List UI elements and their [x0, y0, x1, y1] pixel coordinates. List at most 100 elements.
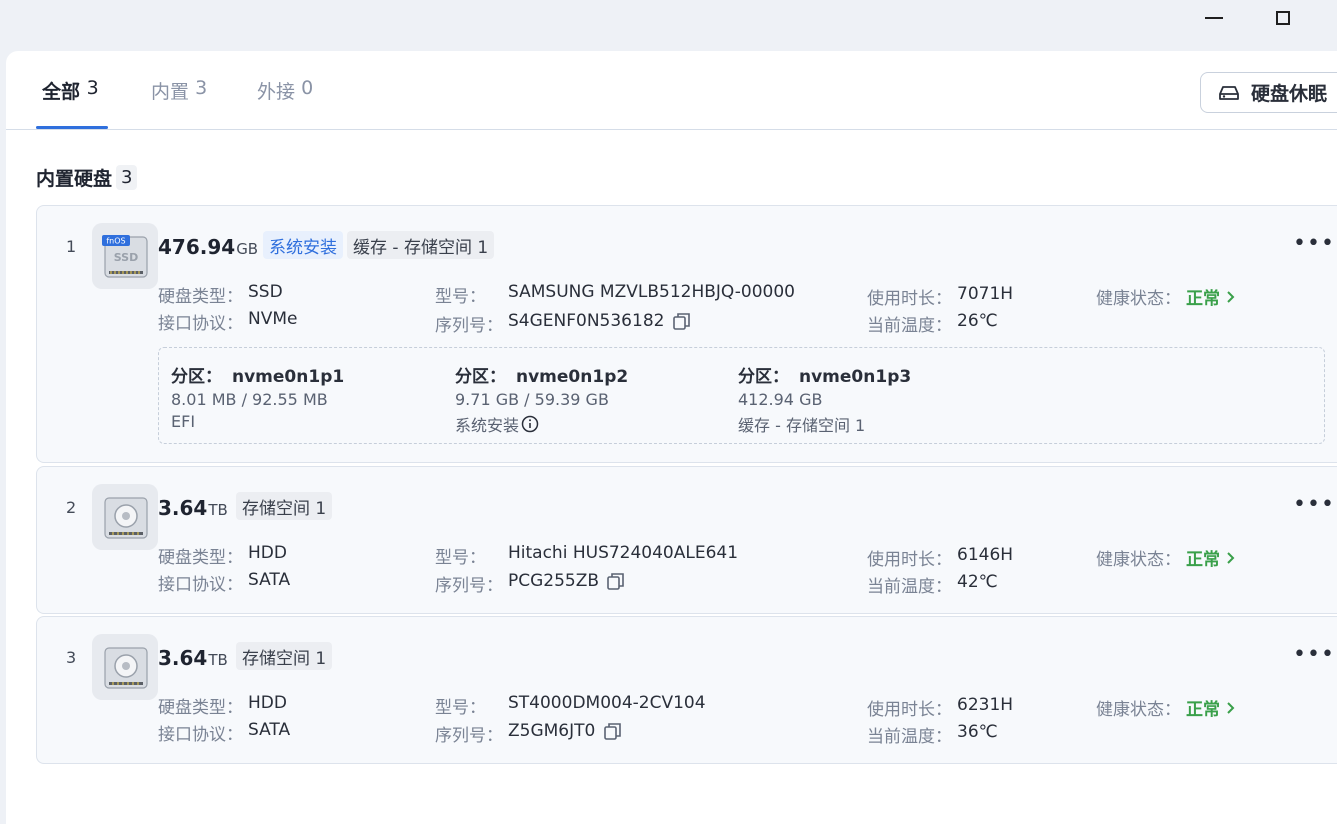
partition-usage: EFI	[171, 412, 196, 431]
serial-value: S4GENF0N536182	[508, 311, 665, 331]
disk-type-label: 硬盘类型：	[158, 287, 243, 307]
partition-list: 分区： nvme0n1p1 8.01 MB / 92.55 MB EFI 分区： n…	[158, 347, 1325, 444]
tag-storage: 存储空间 1	[236, 492, 333, 520]
capacity-unit: TB	[208, 501, 228, 519]
tab-external[interactable]: 外接 0	[257, 77, 313, 129]
model-value: ST4000DM004-2CV104	[508, 693, 706, 713]
disk-index: 3	[66, 648, 77, 667]
disk-type-value: HDD	[248, 693, 287, 713]
more-options-button[interactable]: •••	[1293, 492, 1335, 517]
chevron-right-icon	[1227, 290, 1235, 303]
partition-item: 分区： nvme0n1p1 8.01 MB / 92.55 MB EFI	[171, 362, 344, 431]
partition-name: nvme0n1p1	[232, 367, 345, 387]
interface-value: SATA	[248, 570, 291, 590]
partition-label: 分区：	[171, 367, 222, 387]
partition-size: 9.71 GB / 59.39 GB	[455, 390, 609, 409]
temp-value: 36℃	[957, 722, 998, 742]
disk-capacity: 3.64 TB	[158, 496, 228, 520]
interface-label: 接口协议：	[158, 575, 243, 595]
disk-panel: 全部 3 内置 3 外接 0 硬盘休眠 内置硬盘 3 1 SSD fnOS 47…	[6, 51, 1337, 824]
partition-item: 分区： nvme0n1p2 9.71 GB / 59.39 GB 系统安装	[455, 362, 628, 436]
disk-index: 2	[66, 498, 77, 517]
hard-drive-icon	[1219, 85, 1239, 100]
model-label: 型号：	[435, 698, 486, 718]
minimize-button[interactable]	[1200, 6, 1228, 30]
serial-value: PCG255ZB	[508, 571, 600, 591]
partition-item: 分区： nvme0n1p3 412.94 GB 缓存 - 存储空间 1	[738, 362, 911, 436]
health-label: 健康状态：	[1096, 700, 1181, 720]
serial-label: 序列号：	[435, 316, 503, 336]
disk-type-value: SSD	[248, 282, 283, 302]
model-label: 型号：	[435, 287, 486, 307]
tab-count: 3	[195, 77, 208, 99]
partition-usage: 缓存 - 存储空间 1	[738, 416, 866, 435]
health-status-link[interactable]: 正常	[1186, 545, 1236, 570]
tab-label: 内置	[151, 81, 190, 103]
hdd-icon	[92, 634, 158, 700]
interface-label: 接口协议：	[158, 725, 243, 745]
tab-all[interactable]: 全部 3	[42, 77, 99, 129]
interface-value: NVMe	[248, 309, 298, 329]
temp-label: 当前温度：	[867, 727, 952, 747]
temp-value: 42℃	[957, 572, 998, 592]
tab-count: 3	[86, 77, 99, 99]
disk-card[interactable]: 1 SSD fnOS 476.94 GB 系统安装 缓存 - 存储空间 1 ••…	[36, 205, 1337, 463]
disk-capacity: 476.94 GB	[158, 235, 258, 259]
interface-value: SATA	[248, 720, 291, 740]
ssd-icon-text: SSD	[114, 251, 138, 264]
tab-label: 全部	[42, 81, 81, 103]
copy-icon[interactable]	[606, 571, 626, 591]
usage-value: 6231H	[957, 695, 1014, 715]
model-label: 型号：	[435, 548, 486, 568]
tab-bar: 全部 3 内置 3 外接 0 硬盘休眠	[6, 51, 1337, 130]
health-value: 正常	[1186, 289, 1220, 309]
serial-value: Z5GM6JT0	[508, 721, 596, 741]
capacity-value: 476.94	[158, 235, 236, 259]
hdd-icon	[92, 484, 158, 550]
more-options-button[interactable]: •••	[1293, 231, 1335, 256]
maximize-button[interactable]	[1269, 6, 1297, 30]
serial-label: 序列号：	[435, 576, 503, 596]
health-status-link[interactable]: 正常	[1186, 695, 1236, 720]
usage-value: 7071H	[957, 284, 1014, 304]
partition-name: nvme0n1p2	[516, 367, 629, 387]
partition-label: 分区：	[738, 367, 789, 387]
disk-sleep-button[interactable]: 硬盘休眠	[1200, 72, 1337, 113]
temp-value: 26℃	[957, 311, 998, 331]
temp-label: 当前温度：	[867, 316, 952, 336]
section-title: 内置硬盘 3	[36, 164, 138, 191]
usage-label: 使用时长：	[867, 550, 952, 570]
serial-field: PCG255ZB	[508, 571, 626, 591]
interface-label: 接口协议：	[158, 314, 243, 334]
chevron-right-icon	[1227, 551, 1235, 564]
model-value: SAMSUNG MZVLB512HBJQ-00000	[508, 282, 795, 302]
section-count: 3	[116, 165, 138, 190]
serial-label: 序列号：	[435, 726, 503, 746]
maximize-icon	[1276, 11, 1290, 25]
partition-label: 分区：	[455, 367, 506, 387]
tab-label: 外接	[257, 81, 296, 103]
disk-index: 1	[66, 237, 77, 256]
disk-card[interactable]: 2 3.64 TB 存储空间 1 ••• 硬盘类型： HDD 接口协议： SATA…	[36, 466, 1337, 614]
tab-internal[interactable]: 内置 3	[151, 77, 207, 129]
partition-size: 412.94 GB	[738, 390, 823, 409]
tag-cache-storage: 缓存 - 存储空间 1	[347, 231, 495, 259]
usage-label: 使用时长：	[867, 700, 952, 720]
copy-icon[interactable]	[672, 311, 692, 331]
serial-field: Z5GM6JT0	[508, 721, 623, 741]
disk-type-label: 硬盘类型：	[158, 698, 243, 718]
disk-sleep-label: 硬盘休眠	[1251, 83, 1328, 105]
section-title-text: 内置硬盘	[36, 168, 113, 190]
health-status-link[interactable]: 正常	[1186, 284, 1236, 309]
health-label: 健康状态：	[1096, 550, 1181, 570]
copy-icon[interactable]	[603, 721, 623, 741]
serial-field: S4GENF0N536182	[508, 311, 692, 331]
partition-usage: 系统安装	[455, 416, 520, 435]
disk-card[interactable]: 3 3.64 TB 存储空间 1 ••• 硬盘类型： HDD 接口协议： SATA…	[36, 616, 1337, 764]
chevron-right-icon	[1227, 701, 1235, 714]
fnos-badge: fnOS	[106, 237, 125, 246]
info-icon[interactable]	[521, 415, 539, 433]
temp-label: 当前温度：	[867, 577, 952, 597]
more-options-button[interactable]: •••	[1293, 642, 1335, 667]
ssd-icon: SSD fnOS	[92, 223, 158, 289]
